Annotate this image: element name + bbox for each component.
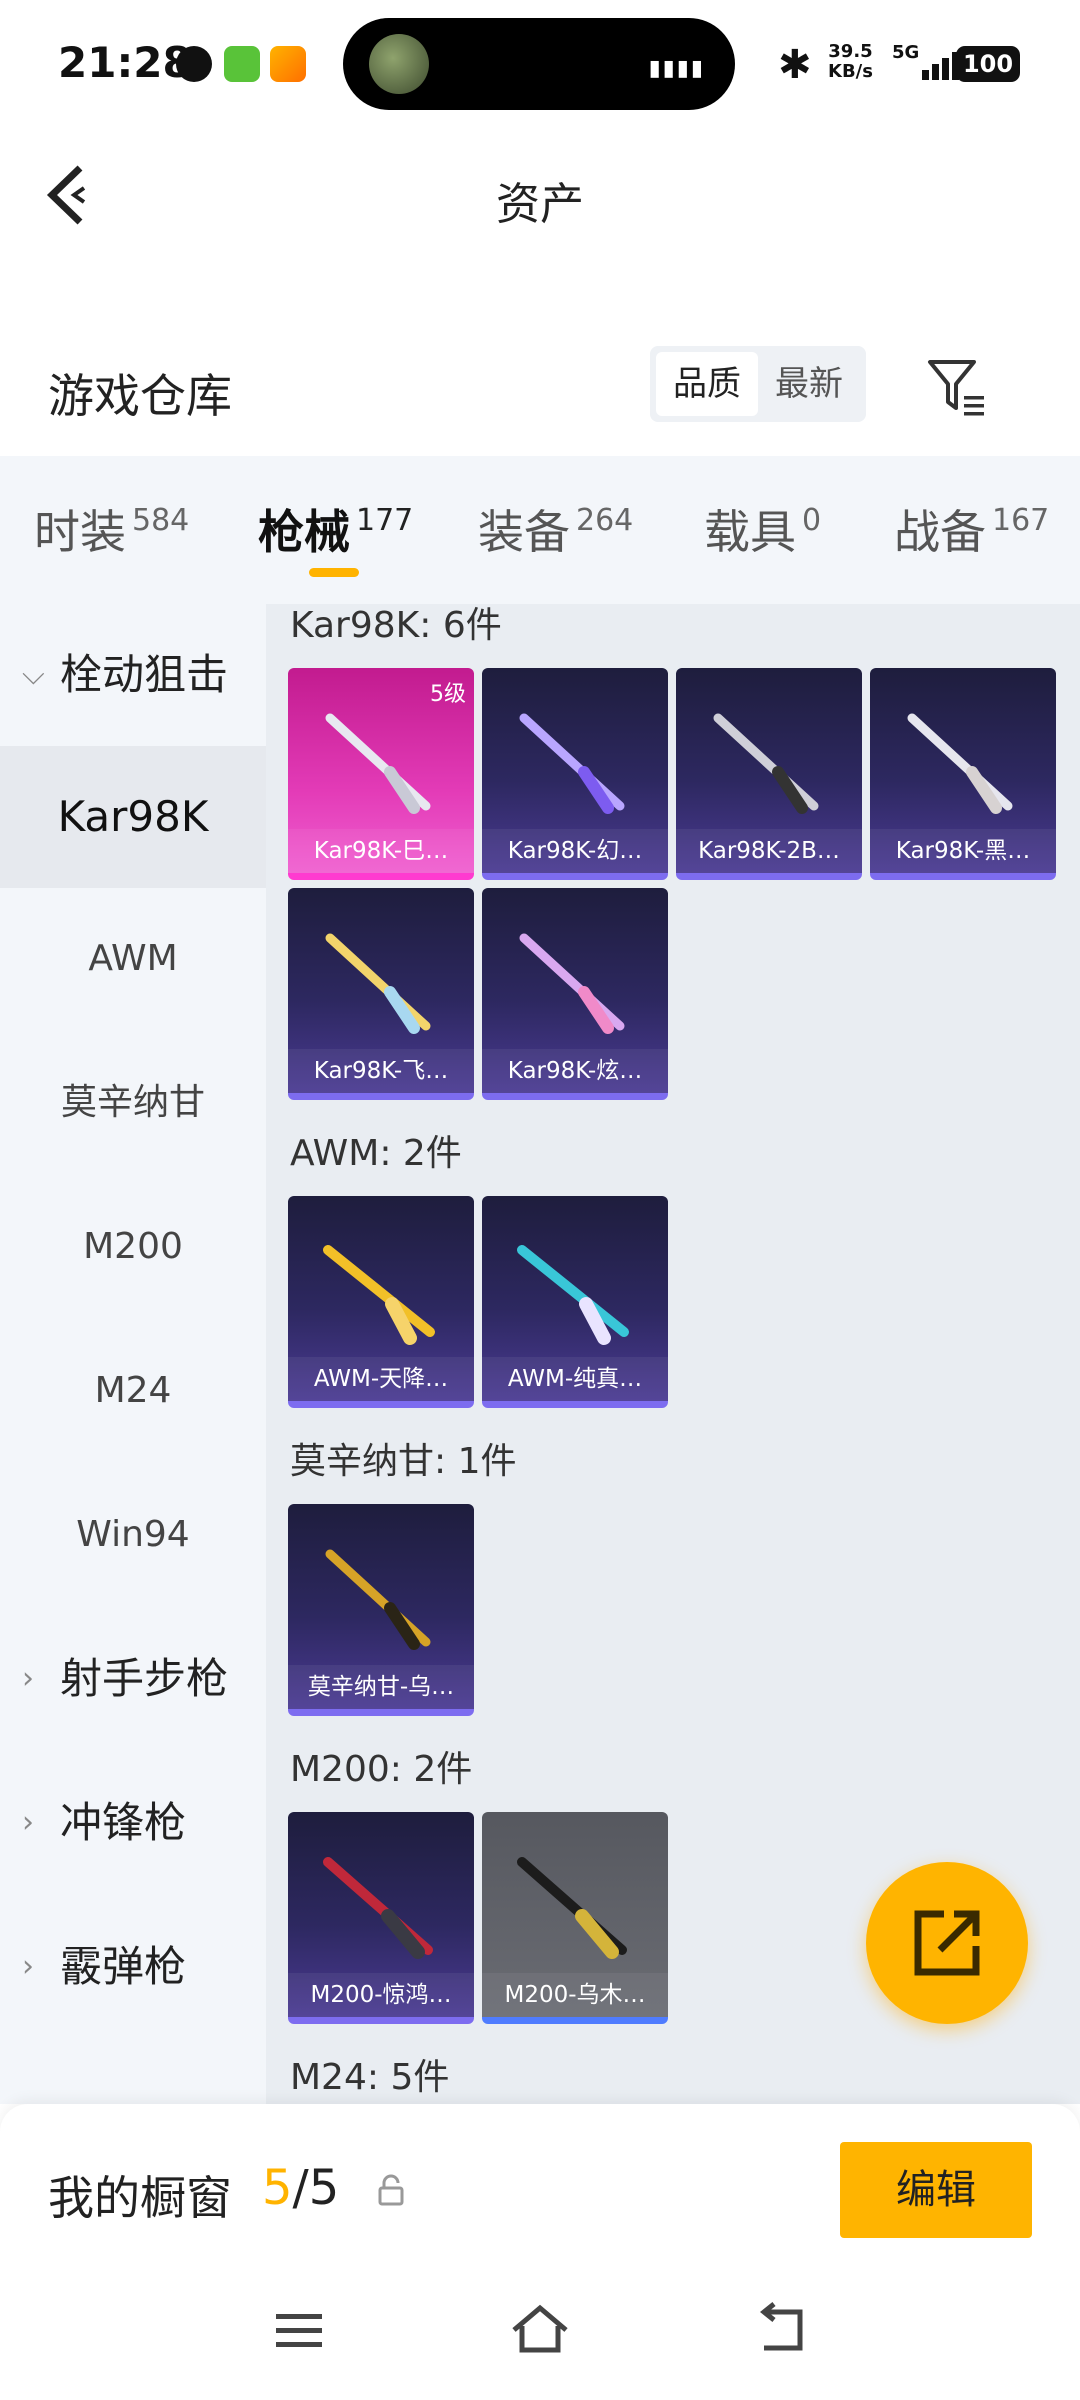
- system-nav-bar: [0, 2280, 1080, 2400]
- weapon-card[interactable]: Kar98K-幻…: [482, 668, 668, 880]
- weapon-name: Kar98K-幻…: [482, 829, 668, 873]
- chevron-right-icon: ›: [22, 1661, 34, 1696]
- weapon-card[interactable]: Kar98K-炫…: [482, 888, 668, 1100]
- rifle-icon: [323, 1245, 435, 1345]
- weapon-card[interactable]: Kar98K-2B…: [676, 668, 862, 880]
- rifle-icon: [325, 1549, 431, 1650]
- weapon-card[interactable]: Kar98K-飞…: [288, 888, 474, 1100]
- status-time: 21:28: [58, 38, 192, 87]
- rifle-icon: [519, 713, 625, 814]
- media-avatar: [369, 34, 429, 94]
- back-nav-icon[interactable]: [752, 2300, 812, 2360]
- weapon-name: M200-乌木…: [482, 1973, 668, 2017]
- sidebar-item-m200[interactable]: M200: [0, 1176, 266, 1318]
- rifle-icon: [519, 933, 625, 1034]
- weapon-card[interactable]: M200-惊鸿…: [288, 1812, 474, 2024]
- weapon-card[interactable]: M200-乌木…: [482, 1812, 668, 2024]
- sidebar-item-m24[interactable]: M24: [0, 1320, 266, 1462]
- showcase-count: 5/5: [262, 2160, 340, 2216]
- chevron-right-icon: ›: [22, 1949, 34, 1984]
- audio-wave-icon: ▮▮▮▮: [648, 56, 705, 81]
- repository-title: 游戏仓库: [48, 369, 232, 423]
- tab-fashion[interactable]: 时装 584: [34, 496, 189, 562]
- tab-equipment[interactable]: 装备 264: [478, 496, 633, 562]
- weapon-card[interactable]: 5级 Kar98K-巳…: [288, 668, 474, 880]
- weapon-name: 莫辛纳甘-乌…: [288, 1665, 474, 1709]
- rifle-icon: [517, 1245, 629, 1345]
- tab-firearms[interactable]: 枪械 177: [258, 496, 413, 562]
- sidebar-group-shotgun[interactable]: › 霰弹枪: [0, 1896, 266, 2038]
- rifle-icon: [325, 933, 431, 1034]
- chevron-right-icon: ›: [22, 1805, 34, 1840]
- weapon-name: Kar98K-黑…: [870, 829, 1056, 873]
- bluetooth-icon: ✱: [778, 42, 812, 88]
- sidebar-group-marksman[interactable]: › 射手步枪: [0, 1608, 266, 1750]
- rifle-icon: [907, 713, 1013, 814]
- app-notification-icon: [224, 46, 260, 82]
- sort-newest-option[interactable]: 最新: [758, 352, 860, 416]
- active-tab-indicator: [309, 568, 359, 577]
- lock-icon: [378, 2174, 404, 2206]
- dynamic-island[interactable]: ▮▮▮▮: [343, 18, 735, 110]
- weapon-card[interactable]: AWM-天降…: [288, 1196, 474, 1408]
- net-speed: 39.5 KB/s: [828, 41, 873, 82]
- rifle-icon: [713, 713, 819, 814]
- category-tabs: 时装 584 枪械 177 装备 264 载具 0 战备 167: [0, 456, 1080, 604]
- home-icon[interactable]: [510, 2300, 570, 2360]
- rifle-icon: [517, 1857, 627, 1959]
- weapon-name: M200-惊鸿…: [288, 1973, 474, 2017]
- rifle-icon: [323, 1857, 433, 1959]
- battery-icon: 100: [956, 46, 1020, 82]
- tab-vehicles[interactable]: 载具 0: [704, 496, 821, 562]
- sort-quality-option[interactable]: 品质: [656, 352, 758, 416]
- network-type: 5G: [892, 42, 920, 63]
- globe-icon: [176, 46, 212, 82]
- weapon-name: Kar98K-炫…: [482, 1049, 668, 1093]
- sidebar-item-win94[interactable]: Win94: [0, 1464, 266, 1606]
- weapon-name: AWM-天降…: [288, 1357, 474, 1401]
- tab-supplies[interactable]: 战备 167: [894, 496, 1049, 562]
- section-title-kar98k: Kar98K: 6件: [290, 605, 502, 646]
- weapon-name: Kar98K-飞…: [288, 1049, 474, 1093]
- status-bar: 21:28 ▮▮▮▮ ✱ 39.5 KB/s 5G 100: [0, 0, 1080, 120]
- level-badge: 5级: [430, 682, 466, 707]
- chevron-down-icon: ⌵: [22, 657, 45, 692]
- section-title-mosin: 莫辛纳甘: 1件: [290, 1441, 517, 1482]
- section-title-awm: AWM: 2件: [290, 1133, 462, 1174]
- filter-icon[interactable]: [924, 354, 988, 418]
- sort-toggle: 品质 最新: [650, 346, 866, 422]
- menu-icon[interactable]: [270, 2300, 330, 2360]
- weapon-card[interactable]: Kar98K-黑…: [870, 668, 1056, 880]
- game-app-icon: [270, 46, 306, 82]
- weapon-name: AWM-纯真…: [482, 1357, 668, 1401]
- weapon-category-sidebar: ⌵ 栓动狙击 Kar98K AWM 莫辛纳甘 M200 M24 Win94 › 射手…: [0, 604, 266, 2104]
- weapon-name: Kar98K-2B…: [676, 829, 862, 873]
- sidebar-group-smg[interactable]: › 冲锋枪: [0, 1752, 266, 1894]
- edit-button[interactable]: 编辑: [840, 2142, 1032, 2238]
- weapon-card[interactable]: 莫辛纳甘-乌…: [288, 1504, 474, 1716]
- share-icon: [914, 1910, 980, 1976]
- section-title-m200: M200: 2件: [290, 1749, 473, 1790]
- page-title: 资产: [496, 179, 584, 230]
- sidebar-item-kar98k[interactable]: Kar98K: [0, 746, 266, 888]
- weapon-name: Kar98K-巳…: [288, 829, 474, 873]
- sidebar-item-mosin[interactable]: 莫辛纳甘: [0, 1032, 266, 1174]
- sidebar-group-bolt-action[interactable]: ⌵ 栓动狙击: [0, 604, 266, 746]
- showcase-bar: 我的橱窗 5/5 编辑: [0, 2104, 1080, 2280]
- weapon-card[interactable]: AWM-纯真…: [482, 1196, 668, 1408]
- rifle-icon: [325, 713, 431, 814]
- showcase-label: 我的橱窗: [48, 2171, 232, 2225]
- sidebar-item-awm[interactable]: AWM: [0, 888, 266, 1030]
- share-fab-button[interactable]: [866, 1862, 1028, 2024]
- section-title-m24: M24: 5件: [290, 2057, 450, 2098]
